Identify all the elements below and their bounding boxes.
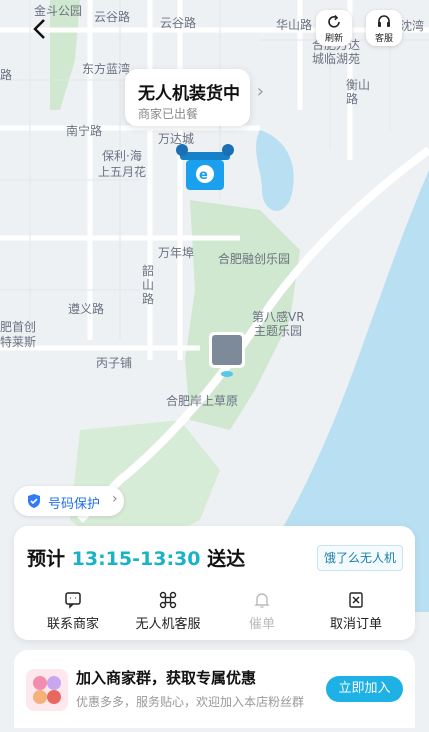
map-label: 南宁路 [66,124,103,138]
refresh-button[interactable]: 刷新 [316,10,352,46]
map-label: 沈湾 [400,19,425,33]
map-label: 合肥岸上草原 [166,394,239,408]
eta-prefix: 预计 [27,548,66,570]
action-label: 联系商家 [46,617,99,632]
eta-suffix: 送达 [207,548,246,570]
merchant-group-promo[interactable]: 加入商家群，获取专属优惠 优惠多多，服务贴心，欢迎加入本店粉丝群 立即加入 [14,650,415,728]
contact-merchant-button[interactable]: 联系商家 [23,588,123,638]
order-status-bubble[interactable]: 无人机装货中 商家已出餐 › [125,69,264,126]
chat-icon [65,592,81,609]
refresh-icon [328,14,340,28]
map-label: 丙子铺 [96,356,133,370]
action-label: 无人机客服 [135,617,201,632]
merchant-logo [26,669,68,711]
urge-order-button[interactable]: 催单 [212,588,312,638]
store-logo-icon [33,676,61,704]
map-label: 云谷路 [94,10,131,24]
bell-icon [254,593,270,608]
map-label: 万年埠 [158,246,195,260]
status-subtitle: 商家已出餐 [138,107,199,121]
drone-icon [159,591,177,609]
map-label: 万达城 [158,132,195,146]
map-label: 特莱斯 [0,335,37,349]
shield-check-icon [28,494,40,508]
map-label: 主题乐园 [254,324,303,338]
action-label: 取消订单 [329,617,382,632]
map-label: 路 [0,68,13,82]
action-label: 催单 [248,617,275,632]
chevron-right-icon: › [112,491,118,507]
drone-service-button[interactable]: 无人机客服 [118,588,218,638]
number-protection-button[interactable]: 号码保护 › [14,486,124,516]
svg-text:e: e [199,168,208,183]
privacy-label: 号码保护 [48,497,101,512]
service-label: 客服 [374,34,393,44]
map-label: 云谷路 [160,16,197,30]
status-title: 无人机装货中 [138,84,240,104]
eta-time: 13:15-13:30 [71,548,201,570]
map-label: 保利·海 [102,149,142,163]
map-label: 合肥融创乐园 [218,252,291,266]
map-label: 城临湖苑 [312,52,361,66]
eta-text: 预计 13:15-13:30 送达 [27,544,245,571]
back-button[interactable] [26,14,56,44]
promo-title: 加入商家群，获取专属优惠 [76,669,257,687]
cancel-order-icon [349,592,363,608]
map-label: 路 [142,292,155,306]
map-label: 东方蓝湾 [82,62,131,76]
chevron-left-icon [33,19,45,39]
headset-icon [378,15,390,27]
refresh-label: 刷新 [324,34,343,44]
promo-subtitle: 优惠多多，服务贴心，欢迎加入本店粉丝群 [76,695,305,709]
map-label: 上五月花 [98,165,147,179]
delivery-card: 预计 13:15-13:30 送达 饿了么无人机 联系商家 无人机客服 催单 取… [14,526,415,640]
map-label: 遵义路 [68,302,105,316]
service-button[interactable]: 客服 [366,10,402,46]
chevron-right-icon: › [256,81,264,102]
cancel-order-button[interactable]: 取消订单 [306,588,406,638]
map-label: 华山路 [276,18,313,32]
join-group-button[interactable]: 立即加入 [326,676,403,702]
eleme-drone-tag[interactable]: 饿了么无人机 [316,545,403,571]
map-label: 路 [346,92,359,106]
order-actions: 联系商家 无人机客服 催单 取消订单 [14,588,415,638]
